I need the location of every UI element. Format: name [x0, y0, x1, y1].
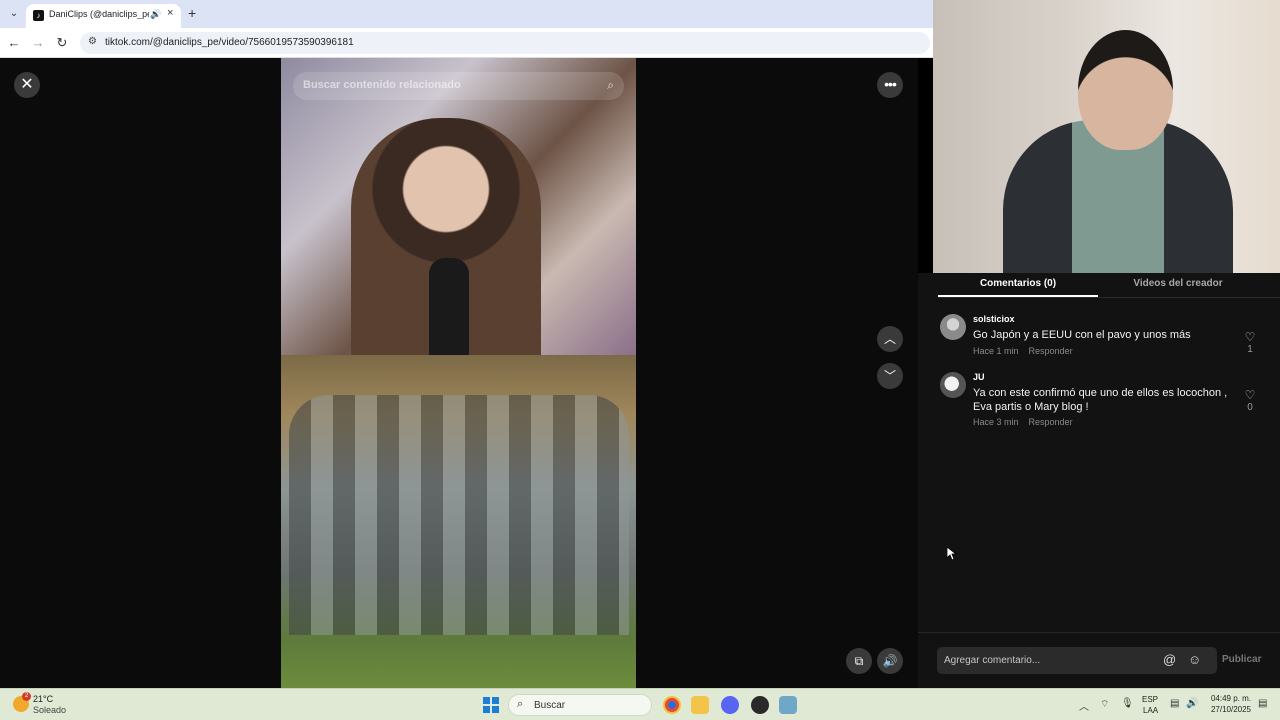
app-icon[interactable] [779, 696, 797, 714]
related-search-input[interactable]: Buscar contenido relacionado ⌕ [293, 72, 624, 100]
mention-icon[interactable]: @ [1163, 652, 1176, 667]
video-viewer: ✕ ••• Buscar contenido relacionado ⌕ ︿ ﹀… [0, 58, 918, 688]
back-button[interactable]: ← [5, 34, 23, 52]
tab-audio-icon[interactable]: 🔊 [150, 9, 161, 20]
avatar[interactable] [940, 372, 966, 398]
like-count: 0 [1247, 402, 1253, 413]
new-tab-button[interactable]: + [188, 5, 196, 21]
tab-creator-videos[interactable]: Videos del creador [1098, 278, 1258, 289]
like-count: 1 [1247, 344, 1253, 355]
comment-input[interactable]: Agregar comentario... @ ☺ [937, 647, 1217, 674]
active-tab-indicator [938, 295, 1098, 297]
site-info-icon[interactable]: ⚙ [88, 36, 97, 47]
search-icon: ⌕ [517, 698, 524, 710]
comment-text: Ya con este confirmó que uno de ellos es… [973, 387, 1228, 413]
screen: ⌄ ♪ DaniClips (@daniclips_pe) | 🔊 × + ← … [0, 0, 1280, 720]
comment-input-bar: Agregar comentario... @ ☺ Publicar [918, 632, 1280, 688]
comment-author[interactable]: solsticiox [973, 314, 1015, 324]
panel-tabs: Comentarios (0) Videos del creador [938, 273, 1280, 298]
forward-button[interactable]: → [29, 34, 47, 52]
address-url[interactable]: tiktok.com/@daniclips_pe/video/756601957… [105, 37, 354, 48]
close-viewer-button[interactable]: ✕ [14, 72, 40, 98]
network-icon[interactable]: ⌔ [1100, 698, 1109, 711]
video-player[interactable]: Buscar contenido relacionado ⌕ [281, 58, 636, 688]
microphone-icon[interactable]: 🎙 [1121, 698, 1134, 709]
comment-author[interactable]: JU [973, 372, 985, 382]
comments-panel: Comentarios (0) Videos del creador solst… [918, 273, 1280, 688]
microphone-figure [429, 258, 469, 355]
browser-toolbar: ← → ↻ ⚙ tiktok.com/@daniclips_pe/video/7… [0, 28, 933, 58]
previous-video-button[interactable]: ︿ [877, 326, 903, 352]
taskbar-search-label: Buscar [534, 700, 566, 711]
tab-close-icon[interactable]: × [167, 7, 173, 19]
weather-badge: 2 [22, 692, 31, 701]
discord-icon[interactable] [721, 696, 739, 714]
browser-tabstrip: ⌄ ♪ DaniClips (@daniclips_pe) | 🔊 × + [0, 0, 933, 28]
tab-search-icon[interactable]: ⌄ [6, 6, 22, 22]
reply-button[interactable]: Responder [1029, 417, 1073, 427]
video-frame-top [281, 58, 636, 355]
mouse-cursor-icon [947, 547, 957, 561]
clock-date[interactable]: 27/10/2025 [1208, 705, 1254, 714]
related-search-placeholder: Buscar contenido relacionado [303, 79, 461, 91]
picture-in-picture-button[interactable]: ⧉ [846, 648, 872, 674]
avatar[interactable] [940, 314, 966, 340]
comment-time: Hace 1 min [973, 346, 1019, 356]
comment-text: Go Japón y a EEUU con el pavo y unos más [973, 329, 1191, 341]
tab-comments[interactable]: Comentarios (0) [938, 278, 1098, 289]
heart-icon[interactable]: ♡ [1242, 388, 1258, 402]
volume-button[interactable]: 🔊 [877, 648, 903, 674]
emoji-icon[interactable]: ☺ [1188, 652, 1201, 667]
comment-meta: Hace 1 min Responder [973, 346, 1073, 356]
chrome-icon[interactable] [663, 696, 681, 714]
taskbar: 2 21°C Soleado ⌕ Buscar ︿ ⌔ 🎙 ESP LAA ▤ … [0, 688, 1280, 720]
tiktok-favicon-icon: ♪ [33, 10, 44, 21]
webcam-person-head [1078, 30, 1173, 150]
address-bar[interactable]: ⚙ tiktok.com/@daniclips_pe/video/7566019… [80, 32, 930, 54]
display-icon[interactable]: ▤ [1170, 698, 1179, 709]
publish-button[interactable]: Publicar [1222, 654, 1261, 665]
comment-meta: Hace 3 min Responder [973, 417, 1073, 427]
more-options-button[interactable]: ••• [877, 72, 903, 98]
language-top[interactable]: ESP [1142, 695, 1158, 704]
video-frame-bottom [281, 355, 636, 688]
tab-title: DaniClips (@daniclips_pe) | [49, 9, 149, 19]
language-bottom[interactable]: LAA [1143, 706, 1158, 715]
taskbar-search-input[interactable]: ⌕ Buscar [508, 694, 652, 716]
notification-icon[interactable]: ▤ [1258, 698, 1267, 709]
file-explorer-icon[interactable] [691, 696, 709, 714]
volume-icon[interactable]: 🔊 [1186, 698, 1198, 709]
browser-tab[interactable]: ♪ DaniClips (@daniclips_pe) | 🔊 × [26, 4, 181, 28]
webcam-overlay [933, 0, 1280, 273]
weather-temperature[interactable]: 21°C [33, 694, 53, 704]
tray-overflow-icon[interactable]: ︿ [1079, 698, 1089, 713]
obs-icon[interactable] [751, 696, 769, 714]
comment-time: Hace 3 min [973, 417, 1019, 427]
group-photo-figure [289, 395, 629, 635]
next-video-button[interactable]: ﹀ [877, 363, 903, 389]
reply-button[interactable]: Responder [1029, 346, 1073, 356]
reload-button[interactable]: ↻ [53, 34, 71, 52]
weather-condition[interactable]: Soleado [33, 705, 66, 715]
heart-icon[interactable]: ♡ [1242, 330, 1258, 344]
clock-time[interactable]: 04:49 p. m. [1208, 694, 1254, 703]
search-icon[interactable]: ⌕ [607, 78, 614, 93]
windows-start-icon[interactable] [483, 697, 499, 713]
comment-input-placeholder: Agregar comentario... [944, 655, 1041, 666]
